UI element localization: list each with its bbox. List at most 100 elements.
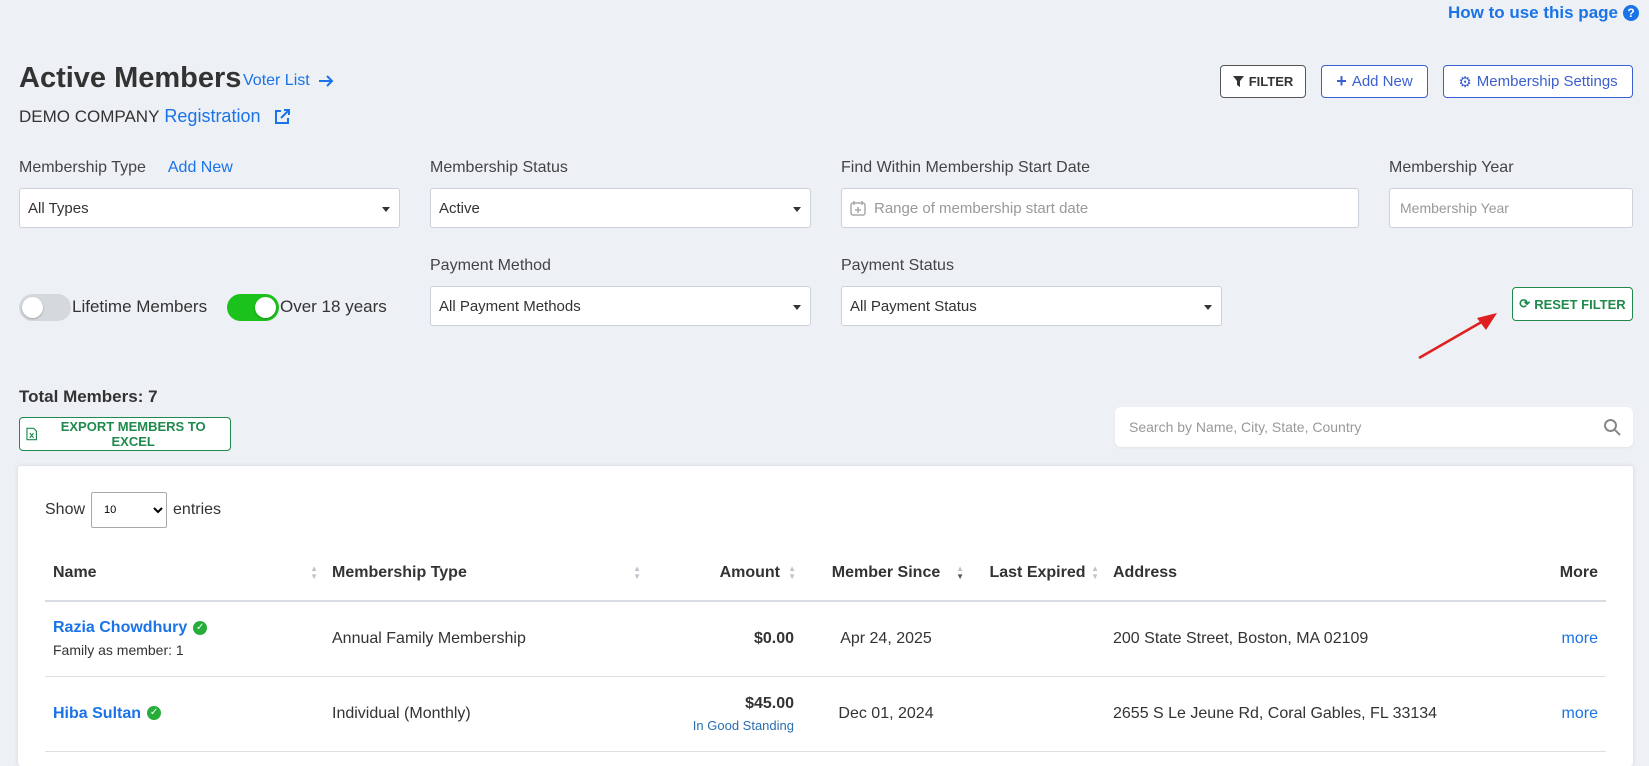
company-name: DEMO COMPANY [19,106,160,126]
membership-year-placeholder: Membership Year [1400,200,1509,216]
column-header-membership-type[interactable]: Membership Type ▲ ▼ [324,545,647,602]
membership-type-select[interactable]: All Types [19,188,400,228]
column-expired-label: Last Expired [989,563,1086,581]
column-name-label: Name [53,563,97,581]
column-header-address[interactable]: Address [1105,545,1525,602]
cell-last-expired [970,601,1105,677]
page-size-control: Show 10 entries [45,492,221,528]
column-address-label: Address [1113,563,1178,581]
registration-link[interactable]: Registration [164,106,260,127]
export-label: EXPORT MEMBERS TO EXCEL [60,419,206,449]
external-link-icon[interactable] [273,108,291,126]
toggle-knob [22,297,43,318]
membership-type-label-text: Membership Type [19,159,146,176]
start-date-label: Find Within Membership Start Date [841,159,1090,176]
payment-status-select[interactable]: All Payment Status [841,286,1222,326]
cell-address: 200 State Street, Boston, MA 02109 [1105,601,1525,677]
toggle-knob [255,297,276,318]
cell-last-expired [970,676,1105,752]
standing-status: In Good Standing [692,717,794,733]
family-count: Family as member: 1 [53,642,184,659]
column-more-label: More [1559,563,1598,581]
members-table-card: Show 10 entries Name ▲ ▼ Membership Type ▲ ▼… [18,466,1633,766]
gear-icon: ⚙ [1458,73,1472,91]
payment-status-label: Payment Status [841,257,954,274]
amount-value: $0.00 [753,629,794,647]
add-new-button[interactable]: + Add New [1321,65,1428,98]
plus-icon: + [1336,71,1347,91]
column-header-name[interactable]: Name ▲ ▼ [45,545,324,602]
reset-filter-button[interactable]: ⟳ RESET FILTER [1512,287,1633,321]
table-header-row: Name ▲ ▼ Membership Type ▲ ▼ Amount ▲ ▼ Member… [45,545,1606,602]
start-date-range-input[interactable]: Range of membership start date [841,188,1359,228]
cell-more: more [1525,676,1606,752]
arrow-right-icon [318,75,334,87]
membership-year-input[interactable]: Membership Year [1389,188,1633,228]
sort-icon: ▲ ▼ [788,564,796,581]
annotation-arrow-icon [1418,313,1497,360]
cell-more: more [1525,601,1606,677]
over-18-label: Over 18 years [280,297,387,316]
member-search[interactable] [1115,407,1633,447]
cell-member-since: Dec 01, 2024 [802,676,970,752]
cell-member-since: Apr 24, 2025 [802,601,970,677]
over-18-toggle[interactable] [227,294,279,321]
lifetime-members-label: Lifetime Members [72,297,208,316]
more-link[interactable]: more [1562,705,1598,722]
page-size-select[interactable]: 10 [91,492,168,528]
caret-down-icon [1204,305,1212,310]
caret-down-icon [793,207,801,212]
cell-membership-type: Individual (Monthly) [324,676,647,752]
membership-status-label: Membership Status [430,159,568,176]
table-row: Razia Chowdhury ✓ Family as member: 1 Ann… [45,601,1606,677]
member-name-link[interactable]: Razia Chowdhury [53,619,187,636]
search-input[interactable] [1127,418,1603,436]
cell-name: Hiba Sultan ✓ [45,676,324,752]
column-header-last-expired[interactable]: Last Expired ▲ ▼ [970,545,1105,602]
sort-icon: ▲ ▼ [1091,564,1099,581]
more-link[interactable]: more [1562,630,1598,647]
membership-type-value: All Types [28,199,89,217]
column-amount-label: Amount [719,563,780,581]
lifetime-members-toggle[interactable] [19,294,71,321]
refresh-icon: ⟳ [1519,296,1531,311]
column-header-amount[interactable]: Amount ▲ ▼ [647,545,802,602]
export-excel-button[interactable]: EXPORT MEMBERS TO EXCEL [19,417,231,451]
filter-label: FILTER [1248,74,1294,89]
table-row: Hiba Sultan ✓ Individual (Monthly) $45.00… [45,676,1606,752]
column-header-member-since[interactable]: Member Since ▲ ▼ [802,545,970,602]
add-new-label: Add New [1351,73,1413,90]
entries-label: entries [173,501,222,518]
calendar-plus-icon [850,201,866,216]
reset-filter-label: RESET FILTER [1534,296,1626,312]
start-date-placeholder: Range of membership start date [874,199,1089,217]
verified-check-icon: ✓ [147,706,162,721]
question-circle-icon: ? [1623,5,1639,21]
payment-method-select[interactable]: All Payment Methods [430,286,811,326]
filter-icon [1232,76,1244,87]
membership-settings-label: Membership Settings [1476,73,1618,90]
membership-status-select[interactable]: Active [430,188,811,228]
help-link[interactable]: How to use this page ? [1448,3,1639,23]
filter-button[interactable]: FILTER [1220,65,1306,98]
cell-address: 2655 S Le Jeune Rd, Coral Gables, FL 331… [1105,676,1525,752]
caret-down-icon [382,207,390,212]
voter-list-link[interactable]: Voter List [243,72,334,90]
cell-name: Razia Chowdhury ✓ Family as member: 1 [45,601,324,677]
amount-value: $45.00 [745,694,794,712]
total-members: Total Members: 7 [19,387,158,406]
payment-method-value: All Payment Methods [439,297,581,315]
membership-status-value: Active [439,199,480,217]
voter-list-label: Voter List [243,72,310,89]
search-icon[interactable] [1603,418,1621,436]
members-table: Name ▲ ▼ Membership Type ▲ ▼ Amount ▲ ▼ Member… [45,545,1606,752]
membership-year-label: Membership Year [1389,159,1514,176]
sort-icon: ▲ ▼ [310,564,318,581]
payment-method-label: Payment Method [430,257,551,274]
membership-settings-button[interactable]: ⚙ Membership Settings [1443,65,1633,98]
payment-status-value: All Payment Status [850,297,977,315]
company-line: DEMO COMPANY Registration [19,106,291,127]
verified-check-icon: ✓ [193,621,208,636]
add-membership-type-link[interactable]: Add New [168,159,233,176]
member-name-link[interactable]: Hiba Sultan [53,705,141,722]
